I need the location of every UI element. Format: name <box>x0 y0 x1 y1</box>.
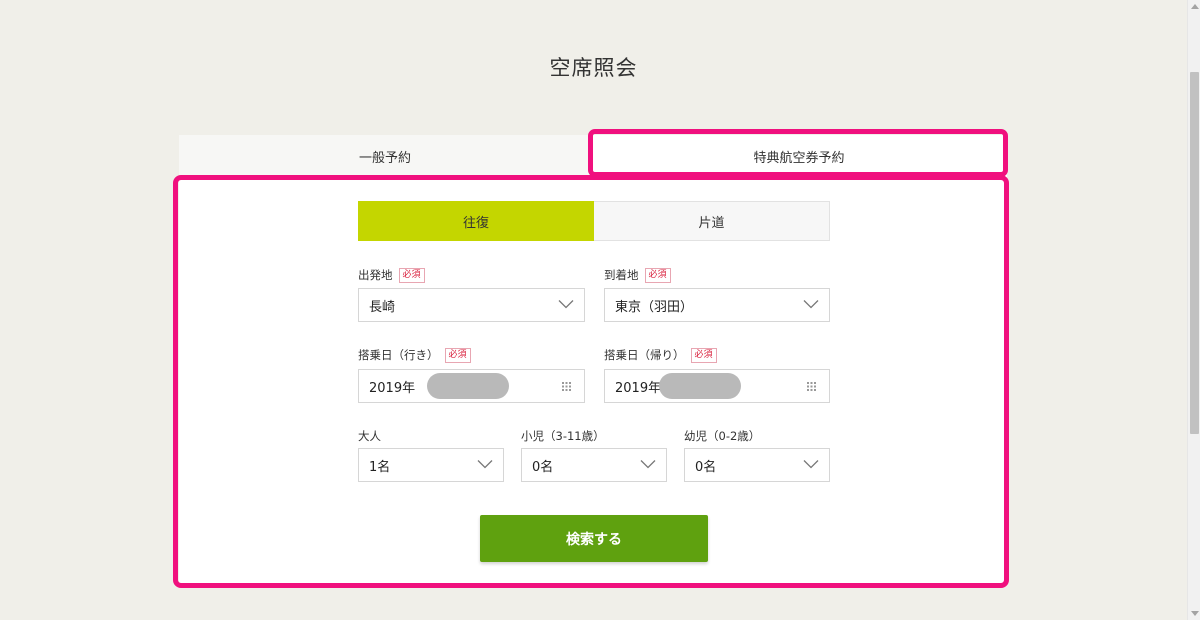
arrival-label: 到着地 <box>604 268 639 282</box>
return-date-value: 2019年 <box>615 380 662 396</box>
adult-label: 大人 <box>358 429 381 443</box>
arrival-select[interactable]: 東京（羽田） <box>604 288 830 322</box>
tab-general-label: 一般予約 <box>358 151 411 166</box>
tab-general-reservation[interactable]: 一般予約 <box>179 135 591 178</box>
infant-count-select[interactable]: 0名 <box>684 448 830 482</box>
outbound-date-input[interactable]: 2019年 <box>358 369 585 403</box>
infant-count-value: 0名 <box>695 459 717 475</box>
round-trip-label: 往復 <box>462 215 489 231</box>
outbound-date-value: 2019年 <box>369 380 416 396</box>
departure-value: 長崎 <box>369 299 396 315</box>
redacted-date <box>427 373 509 399</box>
outbound-date-label: 搭乗日（行き） <box>358 348 439 362</box>
chevron-down-icon <box>477 460 493 469</box>
departure-label-group: 出発地 必須 <box>358 267 425 283</box>
scroll-down-icon[interactable] <box>1191 611 1199 616</box>
return-date-label: 搭乗日（帰り） <box>604 348 685 362</box>
calendar-icon <box>562 382 571 391</box>
tab-award-label: 特典航空券予約 <box>753 151 845 166</box>
required-badge: 必須 <box>690 347 717 363</box>
one-way-label: 片道 <box>698 215 725 231</box>
departure-label: 出発地 <box>358 268 393 282</box>
tab-award-reservation[interactable]: 特典航空券予約 <box>591 135 1007 178</box>
page-scrollbar[interactable] <box>1187 0 1200 620</box>
calendar-icon <box>807 382 816 391</box>
redacted-date <box>659 373 741 399</box>
child-label: 小児（3-11歳） <box>521 429 605 443</box>
scroll-up-icon[interactable] <box>1191 4 1199 9</box>
child-count-select[interactable]: 0名 <box>521 448 667 482</box>
scrollbar-thumb[interactable] <box>1190 72 1199 434</box>
page-title: 空席照会 <box>549 56 638 80</box>
search-button-label: 検索する <box>566 531 622 548</box>
arrival-label-group: 到着地 必須 <box>604 267 671 283</box>
chevron-down-icon <box>803 300 819 309</box>
departure-select[interactable]: 長崎 <box>358 288 585 322</box>
return-date-label-group: 搭乗日（帰り） 必須 <box>604 347 717 363</box>
search-button[interactable]: 検索する <box>480 515 708 562</box>
infant-label: 幼児（0-2歳） <box>684 429 761 443</box>
required-badge: 必須 <box>644 267 671 283</box>
arrival-value: 東京（羽田） <box>615 299 694 315</box>
required-badge: 必須 <box>444 347 471 363</box>
child-count-value: 0名 <box>532 459 554 475</box>
required-badge: 必須 <box>398 267 425 283</box>
adult-count-select[interactable]: 1名 <box>358 448 504 482</box>
chevron-down-icon <box>558 300 574 309</box>
round-trip-button[interactable]: 往復 <box>358 201 594 241</box>
return-date-input[interactable]: 2019年 <box>604 369 830 403</box>
adult-count-value: 1名 <box>369 459 391 475</box>
chevron-down-icon <box>803 460 819 469</box>
chevron-down-icon <box>640 460 656 469</box>
one-way-button[interactable]: 片道 <box>594 201 830 241</box>
outbound-date-label-group: 搭乗日（行き） 必須 <box>358 347 471 363</box>
